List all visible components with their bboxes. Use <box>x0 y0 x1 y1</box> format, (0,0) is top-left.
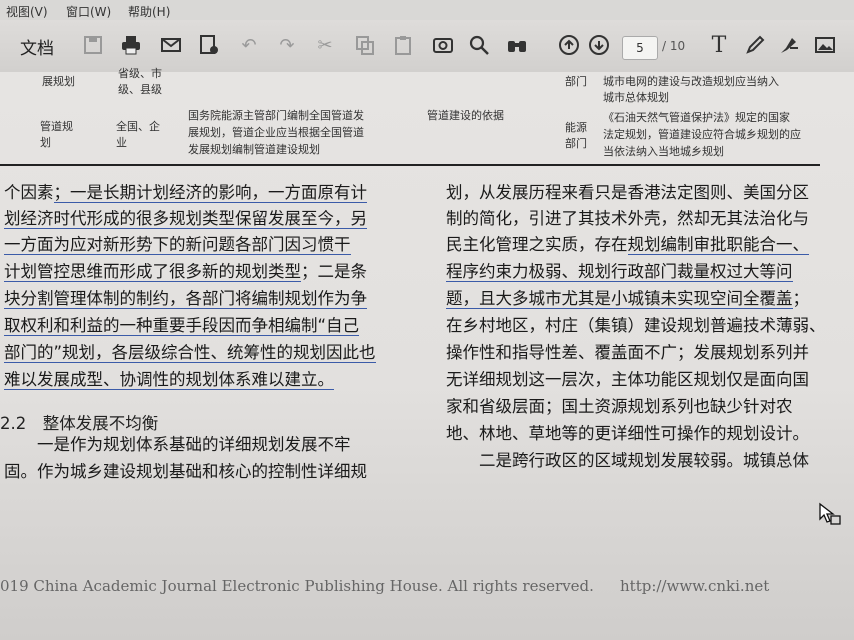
toolbar: 文档 ↶ ↷ ✂ 5 / 10 T <box>0 20 854 72</box>
page-total: / 10 <box>662 39 686 53</box>
body-line: 划经济时代形成的很多规划类型保留发展至今，另 <box>4 209 367 229</box>
binoculars-icon[interactable] <box>504 32 530 58</box>
save-icon[interactable] <box>80 32 106 58</box>
body-line: 无详细规划这一层次，主体功能区规划仅是面向国 <box>446 370 809 389</box>
table-cell: 全国、企 <box>116 120 160 133</box>
table-bottom-rule <box>0 164 820 166</box>
table-cell: 国务院能源主管部门编制全国管道发 <box>188 109 364 122</box>
image-icon[interactable] <box>812 32 838 58</box>
section-heading: 2.2 整体发展不均衡 <box>0 414 159 433</box>
body-line: 程序约束力极弱、规划行政部门裁量权过大等问 <box>446 262 793 282</box>
table-cell: 省级、市 <box>118 67 162 80</box>
body-line: 固。作为城乡建设规划基础和核心的控制性详细规 <box>4 462 367 481</box>
highlighter-icon[interactable] <box>776 32 802 58</box>
footer-url: http://www.cnki.net <box>620 577 770 595</box>
body-line: 家和省级层面；国土资源规划系列也缺少针对农 <box>446 397 793 416</box>
print-icon[interactable] <box>118 32 144 58</box>
table-cell: 当依法纳入当地城乡规划 <box>603 145 724 158</box>
table-cell: 展规划，管道企业应当根据全国管道 <box>188 126 364 139</box>
doc-menu-label[interactable]: 文档 <box>20 34 54 59</box>
body-line: 民主化管理之实质，存在规划编制审批职能合一、 <box>446 235 809 255</box>
pen-icon[interactable] <box>742 32 768 58</box>
copyright-footer: 019 China Academic Journal Electronic Pu… <box>0 577 594 595</box>
body-line: 计划管控思维而形成了很多新的规划类型；二是条 <box>4 262 367 282</box>
page-up-icon[interactable] <box>556 32 582 58</box>
table-cell: 《石油天然气管道保护法》规定的国家 <box>603 111 790 124</box>
redo-icon[interactable]: ↷ <box>274 32 300 58</box>
body-line: 二是跨行政区的区域规划发展较弱。城镇总体 <box>446 451 809 470</box>
table-cell: 发展规划编制管道建设规划 <box>188 143 320 156</box>
body-line: 一是作为规划体系基础的详细规划发展不牢 <box>4 435 351 454</box>
table-cell: 划 <box>40 136 51 149</box>
body-line: 部门的”规划，各层级综合性、统筹性的规划因此也 <box>4 343 376 363</box>
table-cell: 能源 <box>565 121 587 134</box>
copy-icon[interactable] <box>352 32 378 58</box>
page-number-input[interactable]: 5 <box>622 36 658 60</box>
menu-bar: 视图(V) 窗口(W) 帮助(H) <box>0 0 854 20</box>
paste-icon[interactable] <box>390 32 416 58</box>
body-line: 个因素；一是长期计划经济的影响，一方面原有计 <box>4 183 367 203</box>
email-icon[interactable] <box>158 32 184 58</box>
table-cell: 展规划 <box>42 75 75 88</box>
snapshot-icon[interactable] <box>430 32 456 58</box>
table-cell: 业 <box>116 136 127 149</box>
page-down-icon[interactable] <box>586 32 612 58</box>
body-line: 一方面为应对新形势下的新问题各部门因习惯干 <box>4 235 351 255</box>
annotate-icon[interactable] <box>196 32 222 58</box>
menu-help[interactable]: 帮助(H) <box>128 3 170 20</box>
table-cell: 管道建设的依据 <box>427 109 504 122</box>
body-line: 块分割管理体制的制约，各部门将编制规划作为争 <box>4 289 367 309</box>
body-line: 操作性和指导性差、覆盖面不广；发展规划系列并 <box>446 343 809 362</box>
body-line: 取权利和利益的一种重要手段因而争相编制“自己 <box>4 316 360 336</box>
table-cell: 部门 <box>565 75 587 88</box>
table-cell: 级、县级 <box>118 83 162 96</box>
body-line: 题，且大多城市尤其是小城镇未实现空间全覆盖； <box>446 289 809 309</box>
search-icon[interactable] <box>466 32 492 58</box>
body-line: 地、林地、草地等的更详细性可操作的规划设计。 <box>446 424 809 443</box>
table-cell: 部门 <box>565 137 587 150</box>
menu-view[interactable]: 视图(V) <box>6 3 48 20</box>
table-cell: 城市总体规划 <box>603 91 669 104</box>
document-page: 展规划 省级、市 级、县级 部门 城市电网的建设与改造规划应当纳入 城市总体规划… <box>0 67 854 640</box>
table-cell: 管道规 <box>40 120 73 133</box>
menu-window[interactable]: 窗口(W) <box>66 3 111 20</box>
body-line: 划，从发展历程来看只是香港法定图则、美国分区 <box>446 183 809 202</box>
table-cell: 城市电网的建设与改造规划应当纳入 <box>603 75 779 88</box>
body-line: 在乡村地区，村庄（集镇）建设规划普遍技术薄弱、 <box>446 316 826 335</box>
table-cell: 法定规划，管道建设应符合城乡规划的应 <box>603 128 801 141</box>
cut-icon[interactable]: ✂ <box>312 32 338 58</box>
body-line: 制的简化，引进了其技术外壳，然却无其法治化与 <box>446 209 809 228</box>
body-line: 难以发展成型、协调性的规划体系难以建立。 <box>4 370 334 390</box>
mouse-cursor-icon <box>818 502 844 532</box>
text-icon[interactable]: T <box>706 32 732 58</box>
undo-icon[interactable]: ↶ <box>236 32 262 58</box>
